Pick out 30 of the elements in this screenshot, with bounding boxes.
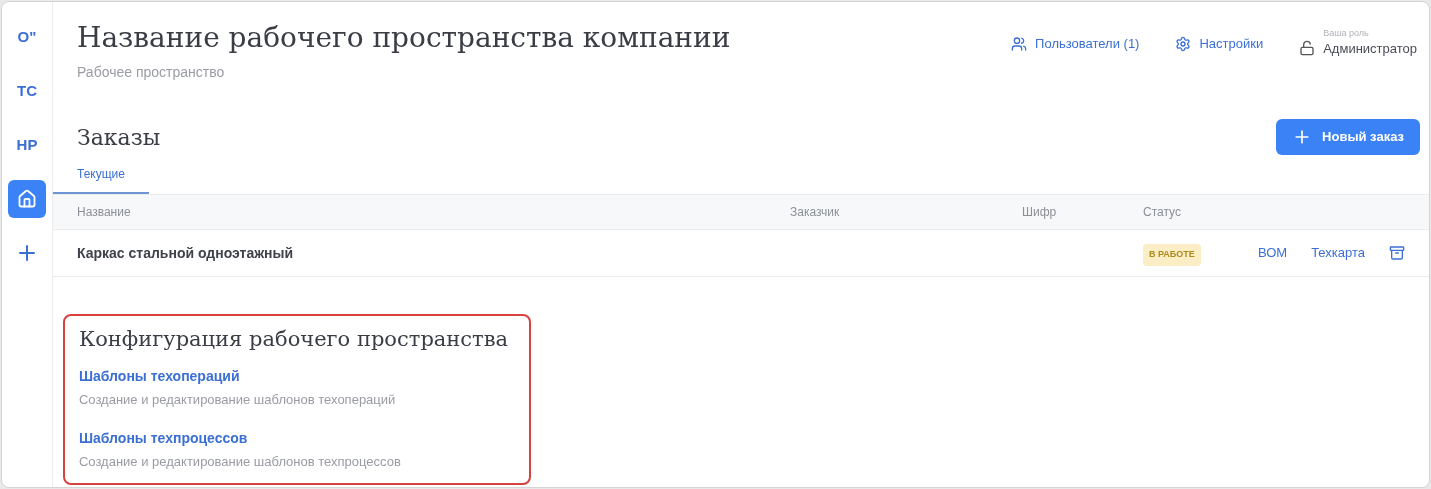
- home-icon: [17, 189, 37, 209]
- settings-link[interactable]: Настройки: [1175, 34, 1264, 54]
- template-link[interactable]: Шаблоны техопераций: [78, 366, 515, 387]
- template-description: Создание и редактирование шаблонов техопераций: [78, 391, 397, 409]
- column-header: Название: [76, 204, 132, 221]
- column-header: Шифр: [1021, 204, 1058, 221]
- workspace-button[interactable]: НР: [8, 126, 46, 164]
- settings-icon: [1175, 35, 1192, 52]
- lock-icon: [1299, 40, 1316, 57]
- users-link[interactable]: Пользователи (1): [1011, 34, 1140, 54]
- home-button[interactable]: [8, 180, 46, 218]
- workspace-subtitle: Рабочее пространство: [76, 63, 226, 82]
- workspace-button[interactable]: ТС: [8, 72, 46, 110]
- column-header: Статус: [1142, 204, 1182, 221]
- orders-title: Заказы: [76, 123, 161, 152]
- role-name: Администратор: [1323, 40, 1417, 58]
- row-link[interactable]: ВОМ: [1257, 243, 1288, 263]
- users-icon: [1011, 35, 1028, 52]
- role-caption: Ваша роль: [1323, 28, 1370, 39]
- workspace-button[interactable]: О": [8, 18, 46, 56]
- new-order-button[interactable]: Новый заказ: [1276, 119, 1420, 155]
- template-description: Создание и редактирование шаблонов техпроцессов: [78, 452, 402, 471]
- order-name[interactable]: Каркас стальной одноэтажный: [76, 242, 790, 264]
- status-badge: В РАБОТЕ: [1142, 244, 1201, 266]
- template-link[interactable]: Шаблоны техпроцессов: [78, 427, 515, 449]
- column-header: Заказчик: [789, 204, 841, 221]
- workspace-title: Название рабочего пространства компании: [76, 20, 731, 56]
- archive-icon[interactable]: [1389, 245, 1405, 261]
- configuration-title: Конфигурация рабочего пространства: [78, 326, 510, 353]
- row-link[interactable]: Техкарта: [1311, 243, 1365, 263]
